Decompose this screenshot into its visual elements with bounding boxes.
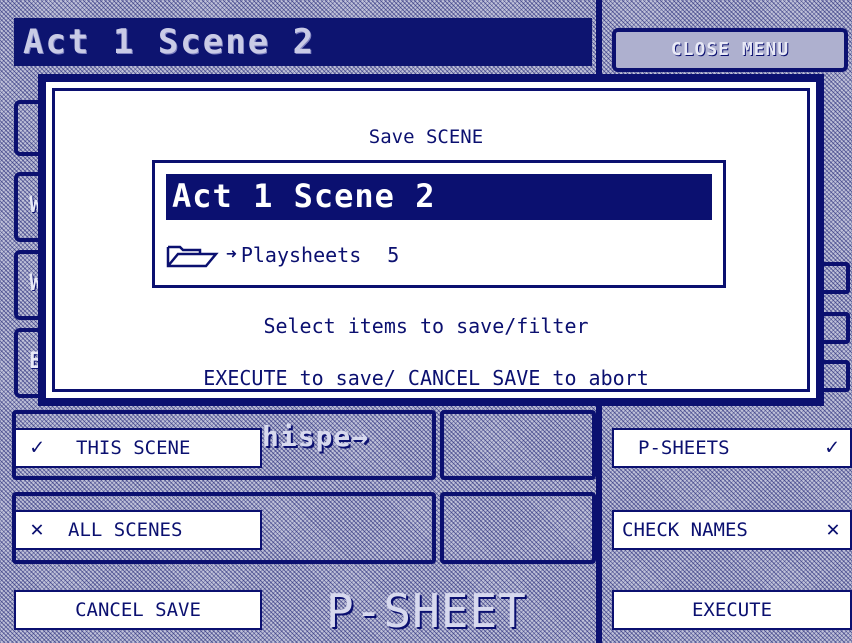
- cross-icon: ✕: [30, 517, 44, 542]
- check-names-button[interactable]: CHECK NAMES ✕: [612, 510, 852, 550]
- check-names-label: CHECK NAMES: [622, 519, 748, 541]
- row-frame-2b: [440, 492, 596, 564]
- all-scenes-label: ALL SCENES: [68, 519, 183, 541]
- arrow-right-icon: ➜: [226, 244, 237, 265]
- this-scene-label: THIS SCENE: [76, 437, 191, 459]
- folder-icon: [166, 245, 219, 268]
- p-sheets-button[interactable]: P-SHEETS ✓: [612, 428, 852, 468]
- cancel-save-label: CANCEL SAVE: [75, 599, 201, 621]
- checkmark-icon: ✓: [825, 435, 839, 460]
- dialog-title: Save SCENE: [368, 126, 484, 148]
- folder-count: 5: [387, 243, 400, 267]
- cancel-save-button[interactable]: CANCEL SAVE: [14, 590, 262, 630]
- p-sheets-label: P-SHEETS: [638, 437, 730, 459]
- execute-label: EXECUTE: [691, 599, 773, 621]
- execute-button[interactable]: EXECUTE: [612, 590, 852, 630]
- whisper-label: hispe→: [262, 420, 370, 453]
- psheet-label: P-SHEET: [326, 584, 527, 638]
- row-frame-1b: [440, 410, 596, 480]
- scene-name-field[interactable]: Act 1 Scene 2: [166, 174, 712, 220]
- folder-label: Playsheets: [240, 243, 362, 267]
- folder-path[interactable]: ➜ Playsheets 5: [166, 238, 399, 272]
- checkmark-icon: ✓: [30, 435, 44, 460]
- scene-title-bar: Act 1 Scene 2: [14, 18, 592, 66]
- right-stub-1[interactable]: [820, 262, 850, 294]
- all-scenes-button[interactable]: ✕ ALL SCENES: [14, 510, 262, 550]
- cross-icon: ✕: [826, 517, 840, 542]
- this-scene-button[interactable]: ✓ THIS SCENE: [14, 428, 262, 468]
- close-menu-button[interactable]: CLOSE MENU: [612, 28, 848, 72]
- execute-hint: EXECUTE to save/ CANCEL SAVE to abort: [203, 366, 649, 390]
- select-items-hint: Select items to save/filter: [263, 314, 589, 338]
